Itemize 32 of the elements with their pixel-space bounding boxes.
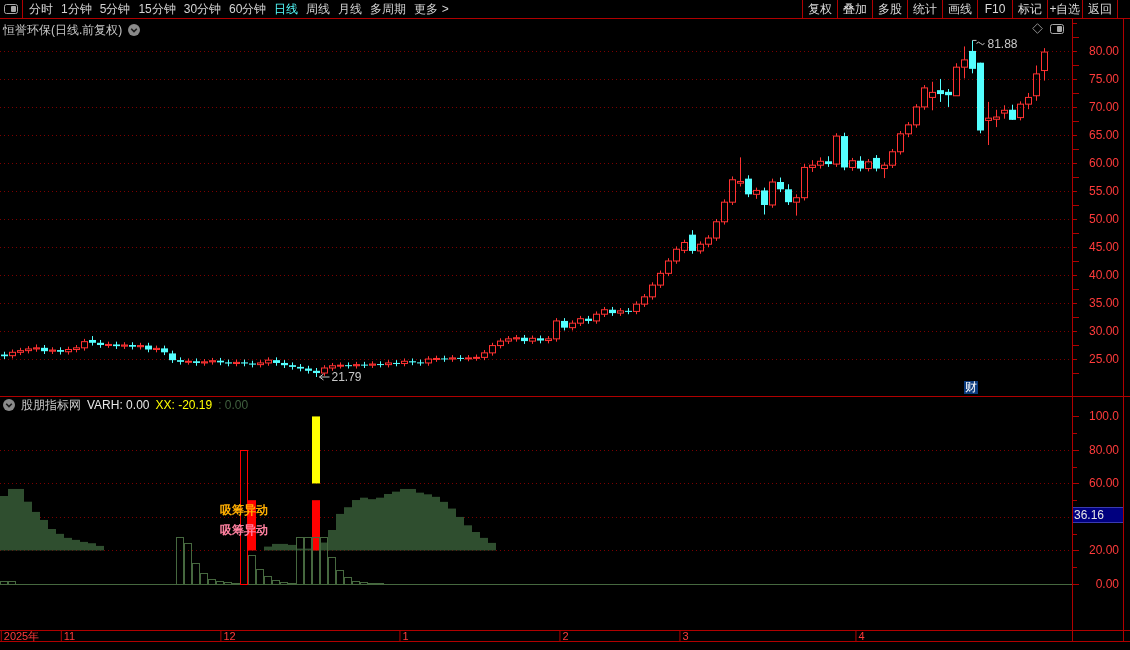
legend-value: : 0.00 xyxy=(218,398,249,412)
chart-title: 恒誉环保(日线.前复权) xyxy=(3,23,123,37)
high-price-label: 81.88 xyxy=(987,37,1018,52)
date-label: 4 xyxy=(855,631,865,641)
axis-label: 35.00 xyxy=(1088,296,1119,310)
axis-label: 80.00 xyxy=(1088,43,1119,58)
axis-label: 70.00 xyxy=(1088,99,1119,114)
axis-label: 0.00 xyxy=(1095,576,1119,591)
axis-label: 50.00 xyxy=(1088,212,1119,226)
date-label: 12 xyxy=(220,631,236,641)
date-label: 1 xyxy=(399,631,409,641)
axis-label: 40.00 xyxy=(1088,268,1119,282)
cursor-value-label: 36.16 xyxy=(1073,507,1123,524)
axis-label: 20.00 xyxy=(1088,543,1119,558)
axis-label: 30.00 xyxy=(1088,324,1119,338)
indicator-title: 股朋指标网 xyxy=(21,398,81,412)
legend-value: XX: -20.19 xyxy=(155,398,213,412)
axis-label: 100.0 xyxy=(1088,409,1119,424)
legend-value: VARH: 0.00 xyxy=(87,398,150,412)
axis-label: 80.00 xyxy=(1088,442,1119,457)
axis-label: 60.00 xyxy=(1088,476,1119,491)
axis-label: 25.00 xyxy=(1088,352,1119,367)
date-label: 2025年 xyxy=(0,631,40,641)
date-label: 3 xyxy=(679,631,689,641)
date-label: 11 xyxy=(60,631,76,641)
axis-label: 60.00 xyxy=(1088,155,1119,170)
axis-label: 45.00 xyxy=(1088,240,1119,254)
date-label: 2 xyxy=(559,631,569,641)
axis-label: 65.00 xyxy=(1088,127,1119,142)
axis-label: 75.00 xyxy=(1088,71,1119,86)
axis-label: 55.00 xyxy=(1088,183,1119,198)
low-price-label: 21.79 xyxy=(331,370,362,384)
